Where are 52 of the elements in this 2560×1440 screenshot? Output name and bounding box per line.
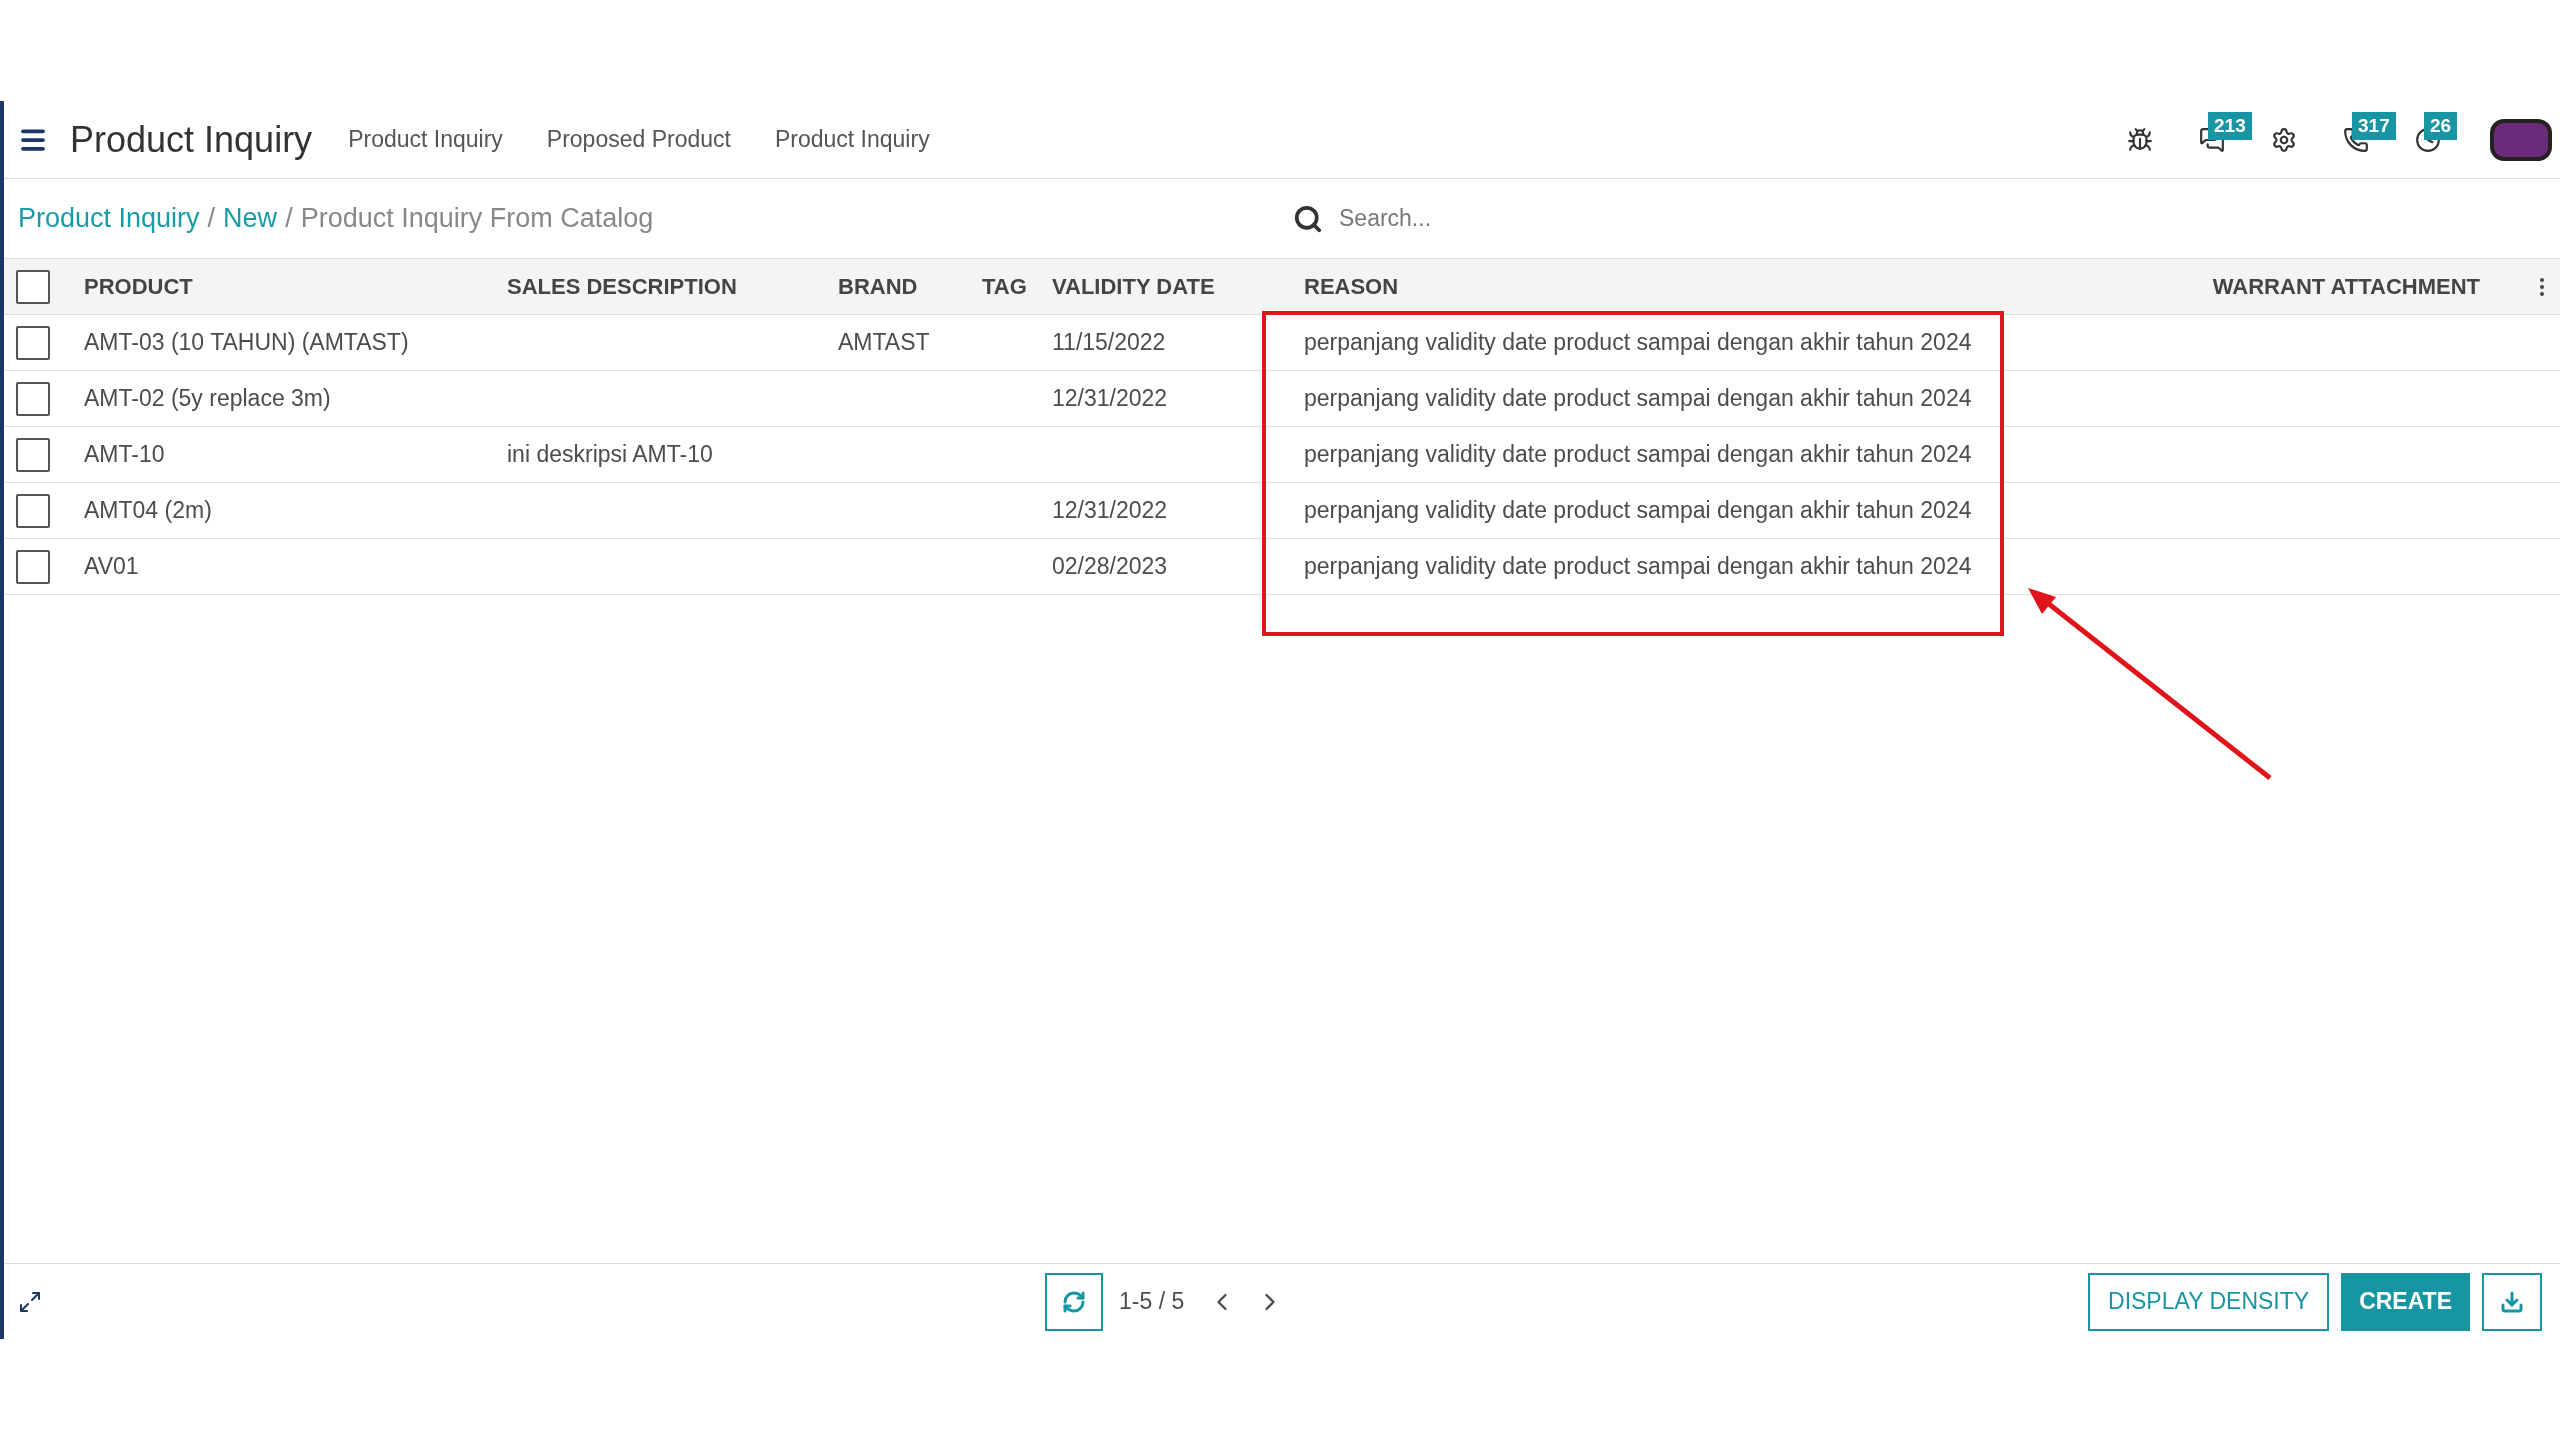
checkbox[interactable] <box>16 493 50 528</box>
table-cell: AMT-03 (10 TAHUN) (AMTAST) <box>84 329 409 356</box>
column-header[interactable]: WARRANT ATTACHMENT <box>2191 270 2520 303</box>
column-header[interactable]: BRAND <box>838 270 982 303</box>
notification-badge: 213 <box>2208 111 2252 140</box>
refresh-button[interactable] <box>1045 1272 1103 1331</box>
menu-item[interactable]: Product Inquiry <box>752 122 952 157</box>
checkbox[interactable] <box>16 437 50 472</box>
table-cell: 11/15/2022 <box>1052 329 1166 356</box>
breadcrumb-separator: / <box>207 202 216 236</box>
download-icon <box>2500 1289 2524 1314</box>
pager-value: 1-5 / 5 <box>1119 1287 1185 1317</box>
table-cell: AMT-10 <box>84 441 165 468</box>
checkbox[interactable] <box>16 381 50 416</box>
table-cell: perpanjang validity date product sampai dengan akhir tahun 2024 <box>1304 329 1972 356</box>
table-cell: perpanjang validity date product sampai dengan akhir tahun 2024 <box>1304 497 1972 524</box>
table-cell: perpanjang validity date product sampai dengan akhir tahun 2024 <box>1304 385 1972 412</box>
display-density-button[interactable]: DISPLAY DENSITY <box>2088 1272 2330 1331</box>
column-header[interactable]: SALES DESCRIPTION <box>507 270 838 303</box>
notification-badge: 317 <box>2352 111 2396 140</box>
table-cell: AV01 <box>84 553 139 580</box>
menu-item[interactable]: Product Inquiry <box>326 122 525 157</box>
menu-item[interactable]: Proposed Product <box>524 122 753 157</box>
expand-icon[interactable] <box>18 1289 42 1314</box>
column-header[interactable]: VALIDITY DATE <box>1052 270 1304 303</box>
create-button[interactable]: CREATE <box>2341 1272 2470 1331</box>
checkbox[interactable] <box>16 549 50 584</box>
photo-placeholder[interactable] <box>2490 118 2552 161</box>
search-field[interactable]: Search... <box>1339 201 2439 236</box>
table-cell: AMTAST <box>838 329 930 356</box>
breadcrumb-separator: / <box>285 202 293 236</box>
notification-badge: 26 <box>2424 111 2458 140</box>
table-cell: perpanjang validity date product sampai dengan akhir tahun 2024 <box>1304 553 1972 580</box>
column-header[interactable]: REASON <box>1304 270 2191 303</box>
settings-icon <box>2271 126 2297 153</box>
table-cell: perpanjang validity date product sampai dengan akhir tahun 2024 <box>1304 441 1972 468</box>
checkbox[interactable] <box>16 325 50 360</box>
search-icon <box>1293 203 1323 234</box>
table-cell: ini deskripsi AMT-10 <box>507 441 713 468</box>
download-button[interactable] <box>2482 1272 2542 1331</box>
refresh-icon <box>1062 1289 1086 1314</box>
column-header[interactable]: TAG <box>982 270 1052 303</box>
app-title: Product Inquiry <box>70 117 313 162</box>
table-cell: AMT-02 (5y replace 3m) <box>84 385 331 412</box>
table-cell: 02/28/2023 <box>1052 553 1168 580</box>
checkbox[interactable] <box>16 269 50 304</box>
table-cell: 12/31/2022 <box>1052 385 1168 412</box>
column-header[interactable]: PRODUCT <box>84 270 507 303</box>
table-cell: AMT04 (2m) <box>84 497 212 524</box>
table-cell: 12/31/2022 <box>1052 497 1168 524</box>
bug-icon <box>2127 126 2153 153</box>
breadcrumb-current: Product Inquiry From Catalog <box>300 202 654 236</box>
